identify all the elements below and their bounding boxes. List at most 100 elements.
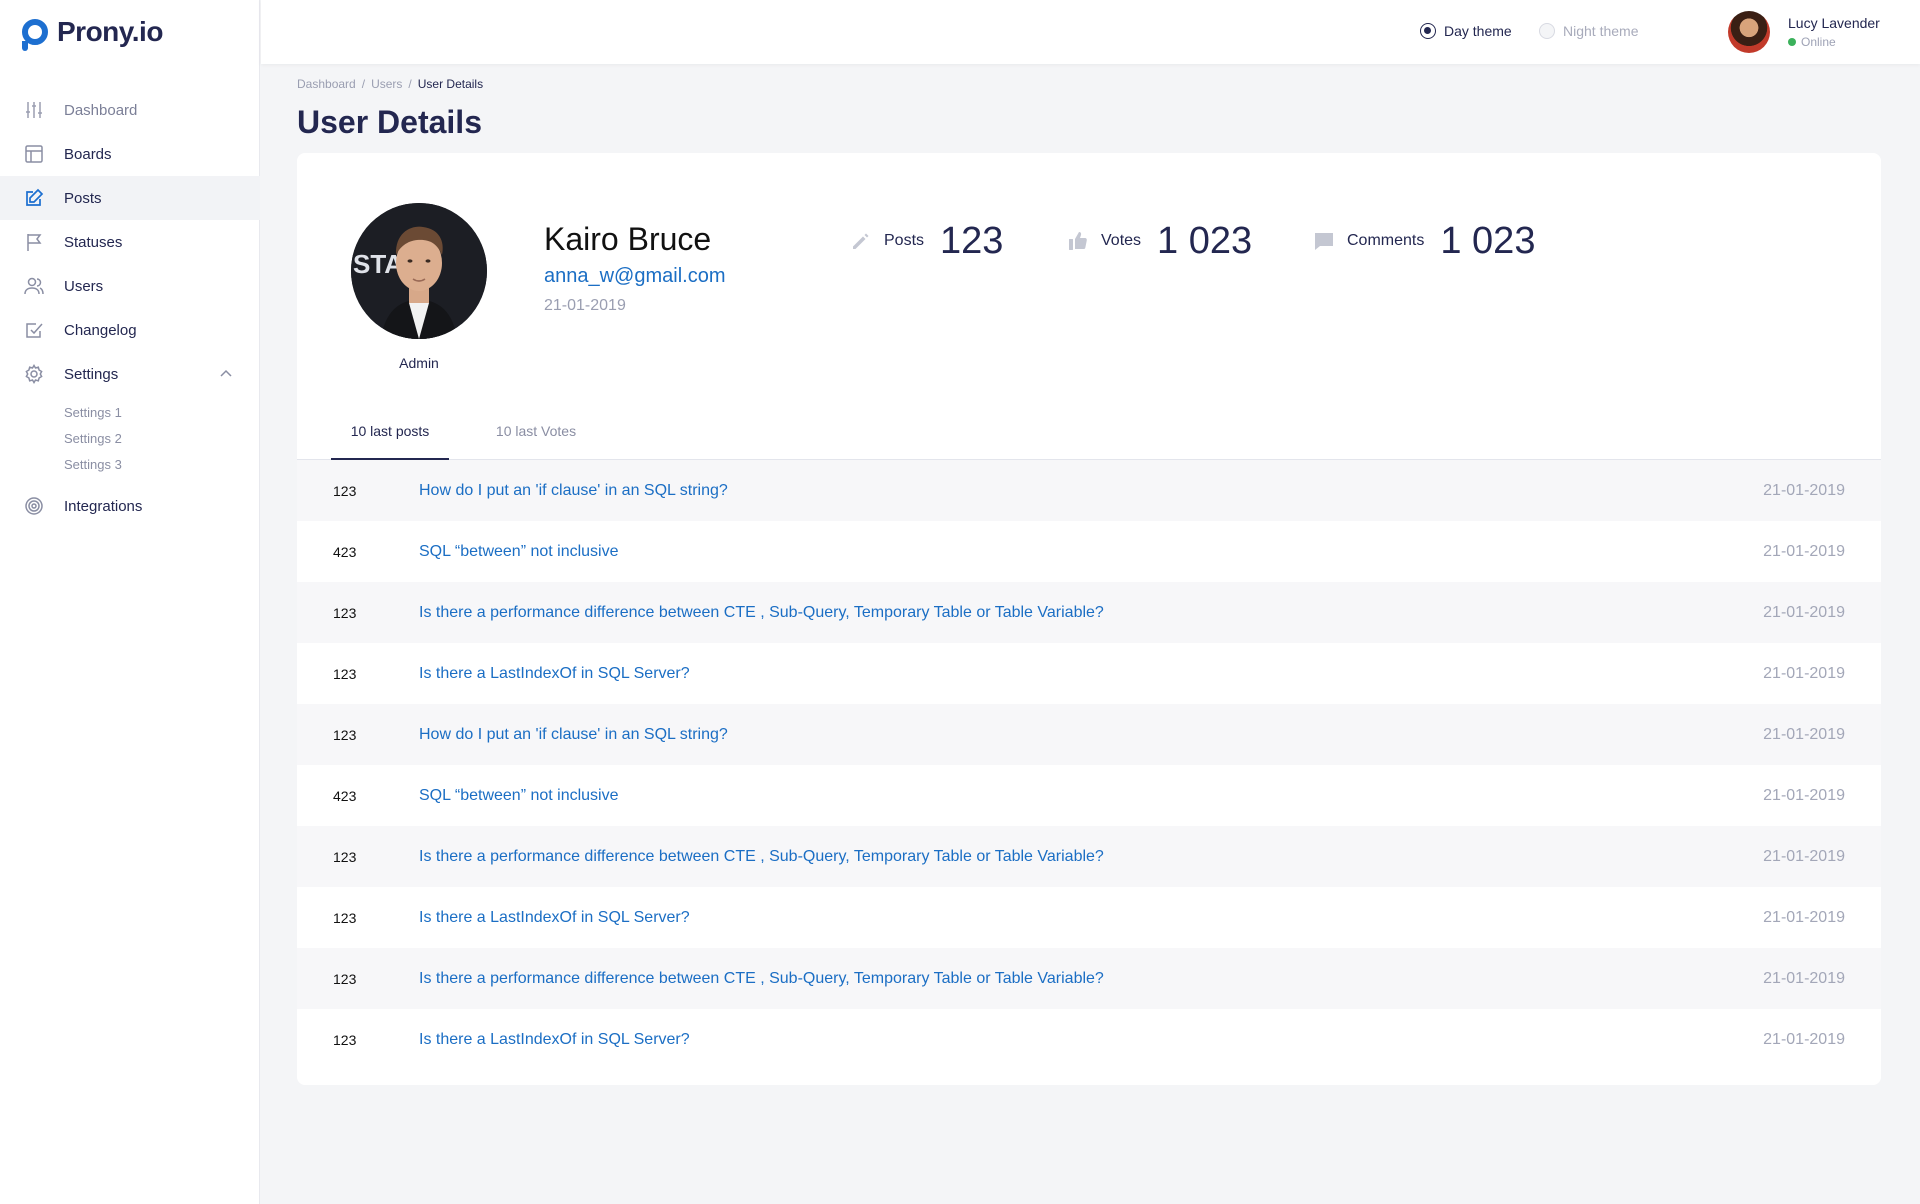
breadcrumb-separator: / — [408, 77, 412, 91]
profile-email[interactable]: anna_w@gmail.com — [544, 265, 726, 288]
post-title-link[interactable]: Is there a LastIndexOf in SQL Server? — [419, 1031, 690, 1049]
post-date: 21-01-2019 — [1763, 542, 1845, 560]
avatar — [1728, 11, 1770, 53]
sidebar-item-dashboard[interactable]: Dashboard — [0, 88, 260, 132]
sidebar-item-posts[interactable]: Posts — [0, 176, 260, 220]
post-count: 123 — [333, 848, 357, 865]
sidebar: Prony.io Dashboard Boards Posts Statuses — [0, 0, 260, 1204]
post-count: 123 — [333, 482, 357, 499]
table-row: 423 SQL “between” not inclusive 21-01-20… — [297, 521, 1881, 582]
table-row: 123 Is there a LastIndexOf in SQL Server… — [297, 887, 1881, 948]
tab-last-posts[interactable]: 10 last posts — [331, 409, 449, 460]
post-title-link[interactable]: SQL “between” not inclusive — [419, 543, 619, 561]
post-count: 123 — [333, 726, 357, 743]
post-date: 21-01-2019 — [1763, 1030, 1845, 1048]
logo[interactable]: Prony.io — [22, 16, 163, 51]
post-title-link[interactable]: SQL “between” not inclusive — [419, 787, 619, 805]
board-icon — [24, 144, 44, 164]
online-dot-icon — [1788, 38, 1796, 46]
thumbs-up-icon — [1069, 232, 1087, 250]
breadcrumb-dashboard[interactable]: Dashboard — [297, 77, 356, 91]
profile-date: 21-01-2019 — [544, 297, 626, 314]
table-row: 423 SQL “between” not inclusive 21-01-20… — [297, 765, 1881, 826]
checkbox-icon — [24, 320, 44, 340]
top-header: Day theme Night theme Lucy Lavender Onli… — [261, 0, 1920, 64]
sidebar-item-label: Posts — [64, 189, 102, 207]
post-title-link[interactable]: Is there a performance difference betwee… — [419, 604, 1104, 622]
stat-posts-label: Posts — [884, 232, 925, 249]
post-date: 21-01-2019 — [1763, 481, 1845, 499]
post-title-link[interactable]: Is there a performance difference betwee… — [419, 970, 1104, 988]
profile-avatar: STA — [351, 203, 487, 339]
profile-name: Kairo Bruce — [544, 221, 712, 257]
post-count: 123 — [333, 604, 357, 621]
night-theme-radio[interactable]: Night theme — [1539, 23, 1638, 39]
sidebar-item-label: Changelog — [64, 321, 137, 339]
radio-unchecked-icon — [1539, 23, 1555, 39]
sidebar-item-boards[interactable]: Boards — [0, 132, 260, 176]
post-count: 123 — [333, 1031, 357, 1048]
svg-text:STA: STA — [353, 249, 403, 279]
sidebar-item-label: Statuses — [64, 233, 123, 251]
sidebar-item-label: Integrations — [64, 497, 143, 515]
post-tabs: 10 last posts 10 last Votes — [297, 409, 1881, 460]
stat-posts: Posts 123 — [850, 219, 1004, 262]
stat-votes-value: 1 023 — [1157, 219, 1253, 262]
sidebar-item-statuses[interactable]: Statuses — [0, 220, 260, 264]
day-theme-radio[interactable]: Day theme — [1420, 23, 1512, 39]
user-details-card: STA Admin Kairo Bruce anna_w@gmail.com 2… — [297, 153, 1881, 1085]
stat-votes-label: Votes — [1101, 232, 1142, 249]
sidebar-item-integrations[interactable]: Integrations — [0, 484, 260, 528]
table-row: 123 Is there a LastIndexOf in SQL Server… — [297, 643, 1881, 704]
table-row: 123 Is there a performance difference be… — [297, 948, 1881, 1009]
post-title-link[interactable]: Is there a LastIndexOf in SQL Server? — [419, 665, 690, 683]
sidebar-subitem-settings-1[interactable]: Settings 1 — [64, 400, 260, 426]
comment-icon — [1315, 233, 1333, 250]
post-title-link[interactable]: How do I put an 'if clause' in an SQL st… — [419, 482, 728, 500]
sidebar-subitem-settings-2[interactable]: Settings 2 — [64, 426, 260, 452]
sidebar-item-label: Settings — [64, 365, 119, 383]
sidebar-item-label: Boards — [64, 145, 112, 163]
chevron-up-icon[interactable] — [220, 368, 232, 380]
post-count: 423 — [333, 543, 357, 560]
breadcrumb-separator: / — [361, 77, 366, 91]
sidebar-item-settings[interactable]: Settings — [0, 352, 260, 396]
post-count: 123 — [333, 665, 357, 682]
user-menu[interactable]: Lucy Lavender Online — [1728, 11, 1880, 53]
breadcrumb: Dashboard / Users / User Details — [297, 77, 483, 91]
radio-checked-icon — [1420, 23, 1436, 39]
stat-comments-value: 1 023 — [1440, 219, 1536, 262]
sidebar-item-users[interactable]: Users — [0, 264, 260, 308]
stat-comments-label: Comments — [1347, 232, 1425, 249]
stat-comments: Comments 1 023 — [1313, 219, 1536, 262]
tab-last-votes[interactable]: 10 last Votes — [480, 409, 592, 460]
post-count: 123 — [333, 970, 357, 987]
breadcrumb-users[interactable]: Users — [371, 77, 402, 91]
pencil-icon — [853, 233, 869, 249]
user-role: Admin — [399, 355, 439, 371]
sidebar-nav: Dashboard Boards Posts Statuses Users Ch… — [0, 88, 260, 528]
users-icon — [24, 276, 44, 296]
post-title-link[interactable]: How do I put an 'if clause' in an SQL st… — [419, 726, 728, 744]
edit-icon — [24, 188, 44, 208]
sidebar-item-changelog[interactable]: Changelog — [0, 308, 260, 352]
user-status-label: Online — [1801, 35, 1836, 49]
post-date: 21-01-2019 — [1763, 908, 1845, 926]
logo-mark-icon — [22, 19, 48, 51]
stat-posts-value: 123 — [940, 219, 1004, 262]
post-date: 21-01-2019 — [1763, 786, 1845, 804]
user-name: Lucy Lavender — [1788, 15, 1880, 31]
post-date: 21-01-2019 — [1763, 725, 1845, 743]
sidebar-item-label: Users — [64, 277, 104, 295]
posts-list: 123 How do I put an 'if clause' in an SQ… — [297, 460, 1881, 1070]
post-date: 21-01-2019 — [1763, 847, 1845, 865]
post-date: 21-01-2019 — [1763, 969, 1845, 987]
post-title-link[interactable]: Is there a performance difference betwee… — [419, 848, 1104, 866]
flag-icon — [24, 232, 44, 252]
post-title-link[interactable]: Is there a LastIndexOf in SQL Server? — [419, 909, 690, 927]
day-theme-label: Day theme — [1444, 23, 1512, 39]
sidebar-subitem-settings-3[interactable]: Settings 3 — [64, 452, 260, 478]
table-row: 123 Is there a performance difference be… — [297, 826, 1881, 887]
night-theme-label: Night theme — [1563, 23, 1639, 39]
page-title: User Details — [297, 104, 482, 140]
